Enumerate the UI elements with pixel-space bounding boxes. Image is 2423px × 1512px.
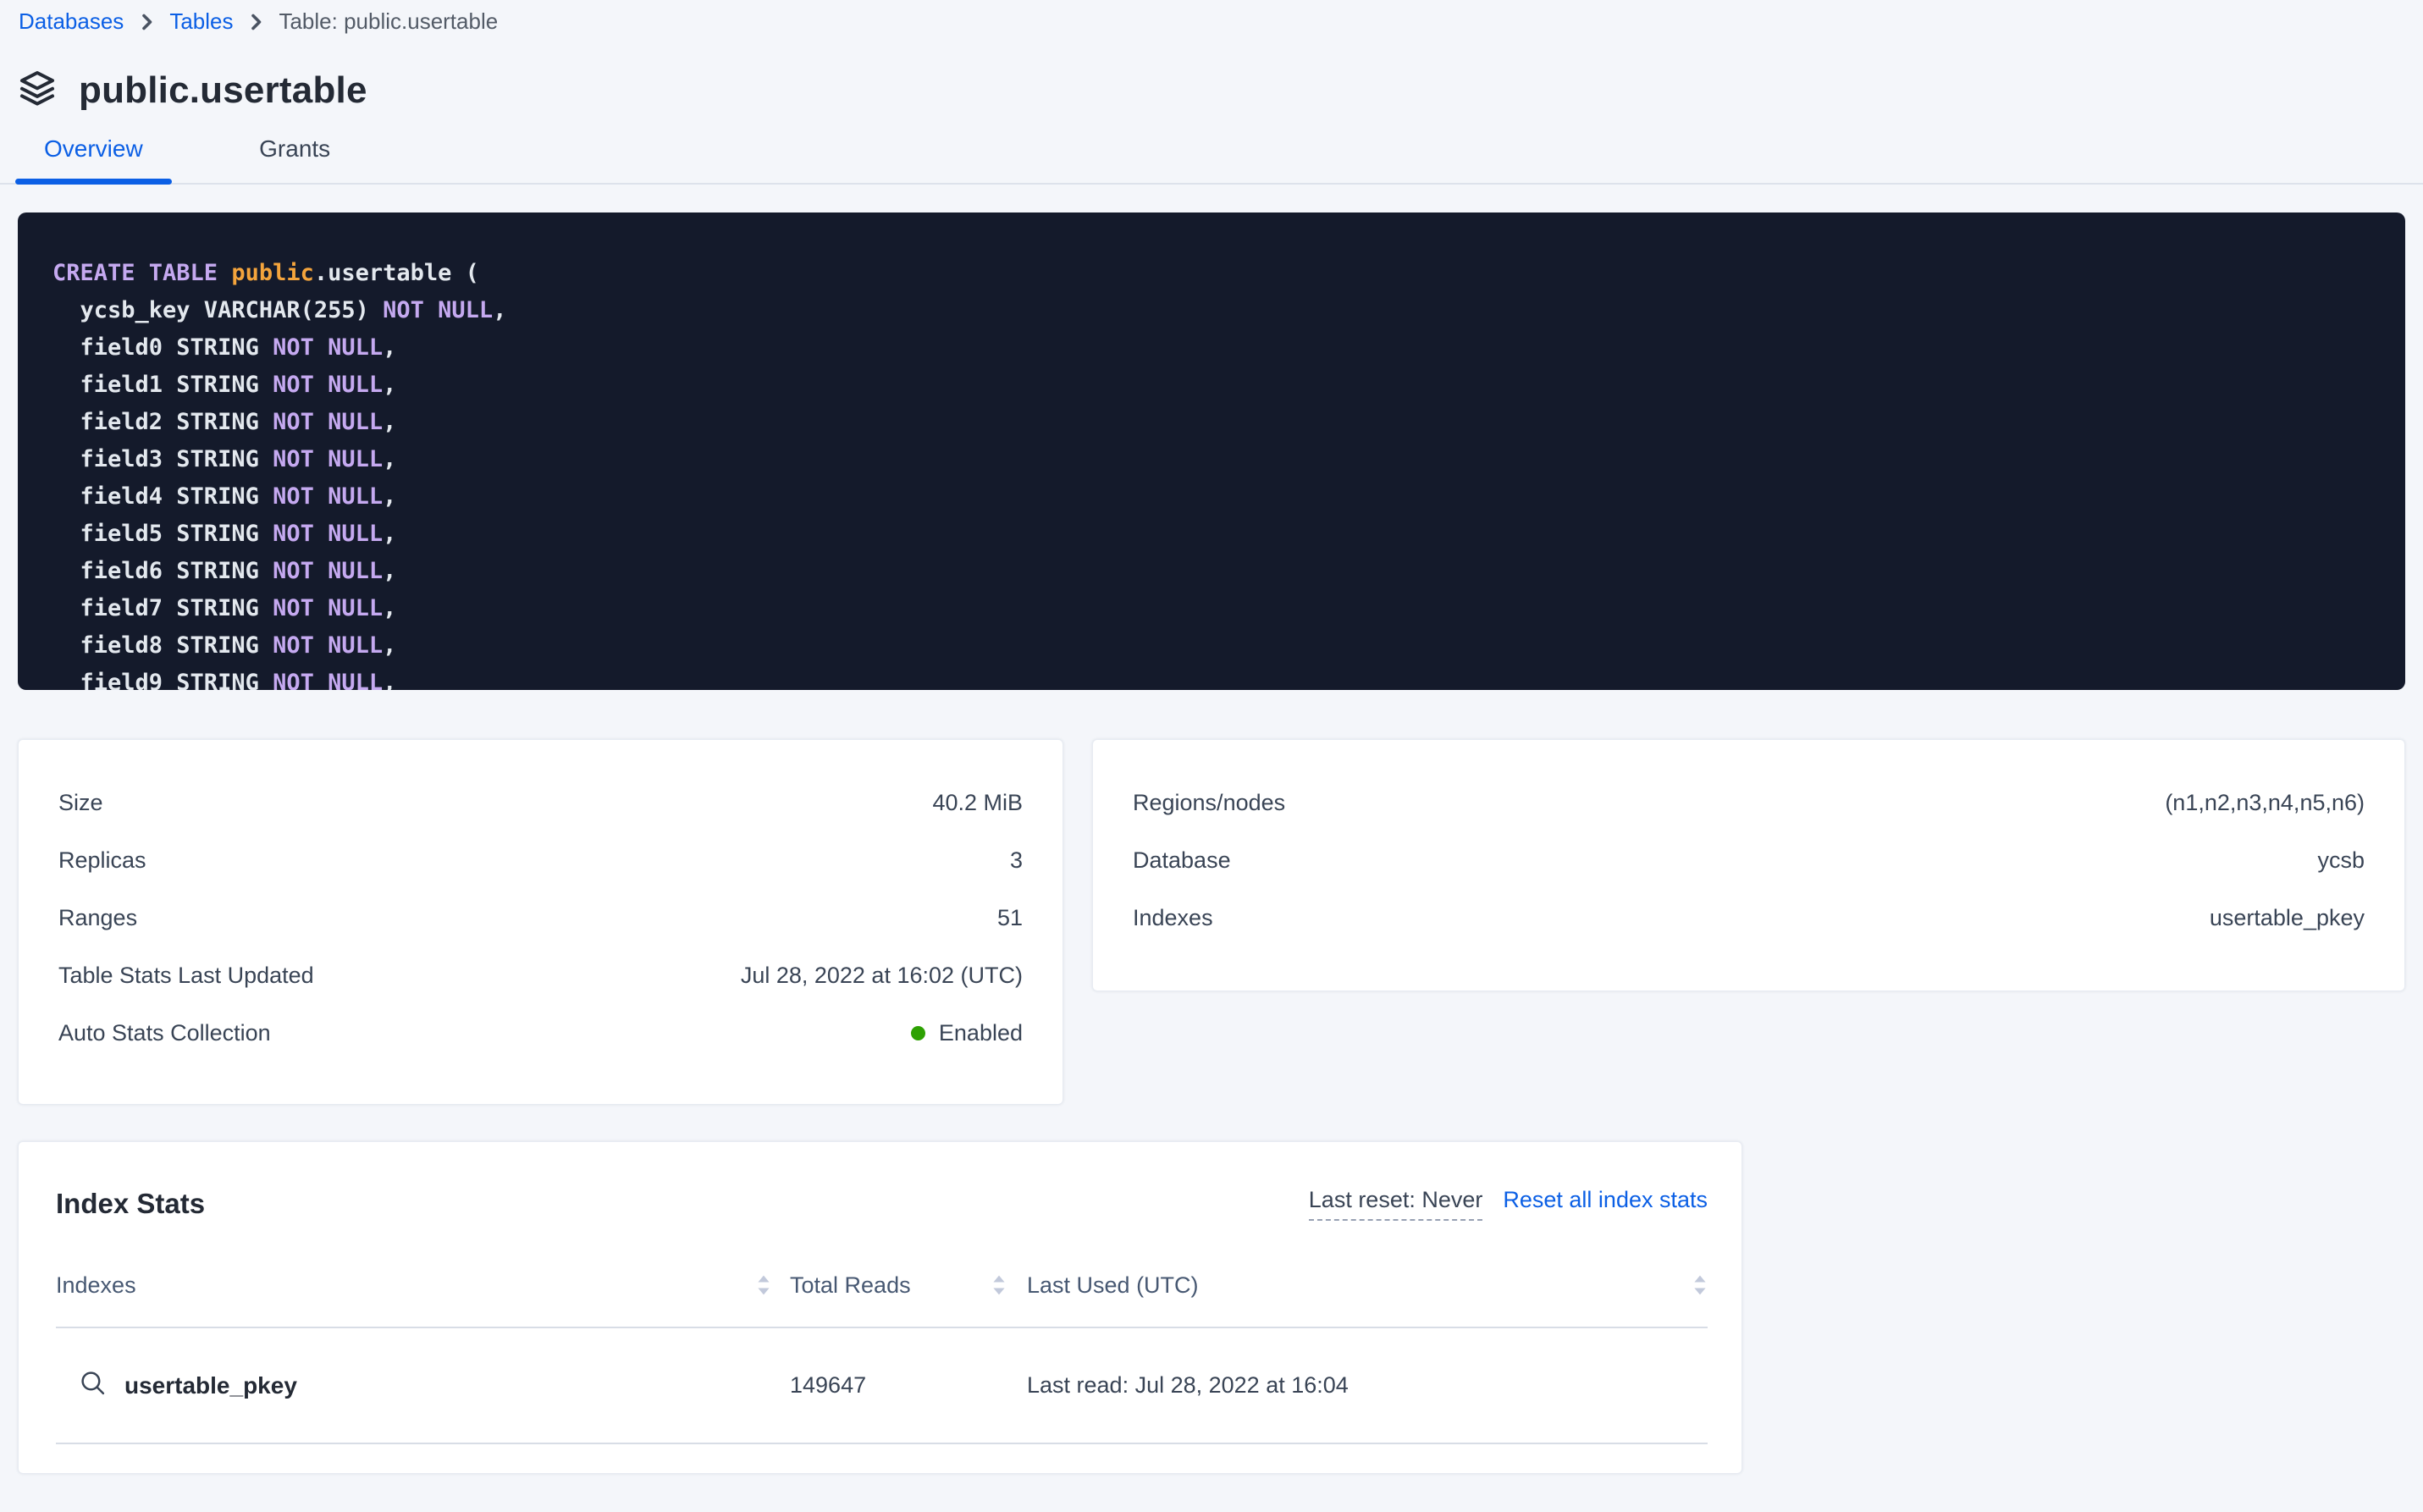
reset-area: Last reset: Never Reset all index stats [1309,1187,1708,1221]
sort-icon[interactable] [1692,1273,1708,1297]
table-details-page: Databases Tables Table: public.usertable… [0,0,2423,1474]
page-title: public.usertable [79,69,367,112]
stat-label: Ranges [58,905,137,931]
sort-icon[interactable] [756,1273,771,1297]
stat-label: Size [58,790,103,816]
stat-value: usertable_pkey [2210,905,2365,931]
total-reads-cell: 149647 [771,1372,1007,1399]
last-used-cell: Last read: Jul 28, 2022 at 16:04 [1007,1372,1708,1399]
breadcrumb-current: Table: public.usertable [279,8,498,35]
create-table-statement-box: CREATE TABLE public.usertable ( ycsb_key… [18,212,2405,690]
magnifier-icon [80,1370,106,1402]
stat-value: Enabled [911,1020,1023,1046]
stat-row-database: Database ycsb [1093,831,2404,889]
stat-value: Jul 28, 2022 at 16:02 (UTC) [741,963,1023,989]
reset-all-index-stats-link[interactable]: Reset all index stats [1503,1187,1708,1213]
sql-code: CREATE TABLE public.usertable ( ycsb_key… [52,255,2371,690]
status-text: Enabled [939,1020,1023,1046]
table-location-card: Regions/nodes (n1,n2,n3,n4,n5,n6) Databa… [1092,739,2405,991]
tab-overview[interactable]: Overview [15,135,172,183]
table-details-card: Size 40.2 MiB Replicas 3 Ranges 51 Table… [18,739,1063,1105]
overview-details: Size 40.2 MiB Replicas 3 Ranges 51 Table… [18,739,2405,1105]
breadcrumb-link-databases[interactable]: Databases [19,8,124,35]
stat-row-ranges: Ranges 51 [19,889,1062,946]
tab-grants[interactable]: Grants [230,135,359,183]
stat-label: Database [1133,847,1231,874]
last-reset-label[interactable]: Last reset: Never [1309,1187,1483,1221]
stat-label: Indexes [1133,905,1213,931]
stat-row-indexes: Indexes usertable_pkey [1093,889,2404,946]
index-table-header: Indexes Total Reads Last Used (UTC) [56,1244,1708,1328]
index-name[interactable]: usertable_pkey [124,1372,297,1399]
chevron-right-icon [246,12,265,32]
stat-label: Auto Stats Collection [58,1020,271,1046]
stat-label: Regions/nodes [1133,790,1285,816]
index-stats-title: Index Stats [56,1188,205,1220]
table-stack-icon [18,69,57,112]
stat-value: 3 [1010,847,1023,874]
stat-row-size: Size 40.2 MiB [19,774,1062,831]
stat-row-auto-stats: Auto Stats Collection Enabled [19,1004,1062,1062]
sort-icon[interactable] [991,1273,1007,1297]
enabled-status-dot [911,1026,925,1040]
stat-value: (n1,n2,n3,n4,n5,n6) [2165,790,2365,816]
breadcrumb: Databases Tables Table: public.usertable [0,0,2423,35]
stat-value: ycsb [2317,847,2365,874]
tab-bar: Overview Grants [0,135,2423,185]
stat-label: Table Stats Last Updated [58,963,314,989]
stat-row-stats-updated: Table Stats Last Updated Jul 28, 2022 at… [19,946,1062,1004]
index-stats-header: Index Stats Last reset: Never Reset all … [56,1142,1708,1244]
stat-row-replicas: Replicas 3 [19,831,1062,889]
index-name-cell[interactable]: usertable_pkey [56,1370,771,1402]
sql-keyword: CREATE TABLE [52,260,231,286]
index-table-row: usertable_pkey 149647 Last read: Jul 28,… [56,1328,1708,1444]
stat-value: 51 [997,905,1023,931]
index-stats-card: Index Stats Last reset: Never Reset all … [18,1141,1742,1474]
chevron-right-icon [137,12,156,32]
column-header-indexes[interactable]: Indexes [56,1272,771,1299]
stat-row-regions: Regions/nodes (n1,n2,n3,n4,n5,n6) [1093,774,2404,831]
column-header-total-reads[interactable]: Total Reads [771,1272,1007,1299]
column-header-last-used[interactable]: Last Used (UTC) [1007,1272,1708,1299]
stat-value: 40.2 MiB [932,790,1023,816]
stat-label: Replicas [58,847,146,874]
breadcrumb-link-tables[interactable]: Tables [169,8,233,35]
sql-schema-name: public [231,260,314,286]
page-header: public.usertable [18,69,2423,112]
